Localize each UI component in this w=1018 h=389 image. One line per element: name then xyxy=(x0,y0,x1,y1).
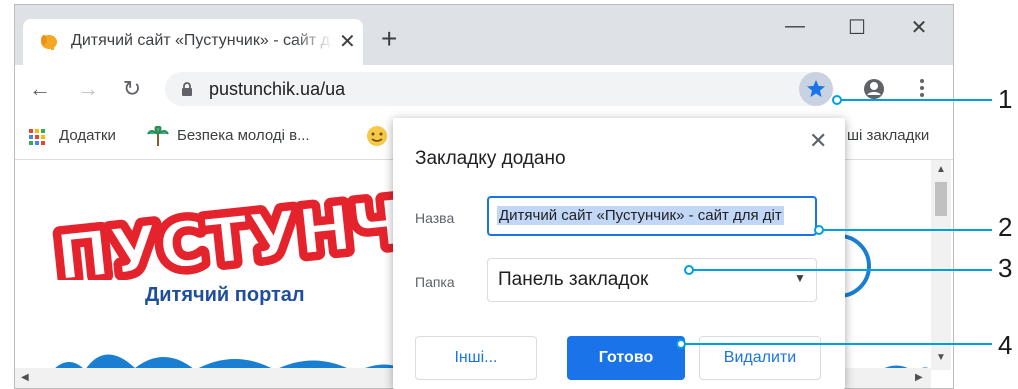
tab-title: Дитячий сайт «Пустунчик» - сайт для діте… xyxy=(71,32,331,49)
bookmark-added-dialog: Закладку додано ✕ Назва Дитячий сайт «Пу… xyxy=(393,118,845,389)
other-bookmarks[interactable]: ші закладки xyxy=(847,127,929,144)
scroll-left-icon[interactable]: ◀ xyxy=(21,372,29,383)
apps-grid-icon xyxy=(29,129,45,145)
tab-title-fade xyxy=(293,27,333,55)
address-bar[interactable]: pustunchik.ua/ua xyxy=(165,72,829,106)
lock-icon xyxy=(182,82,192,96)
url-text: pustunchik.ua/ua xyxy=(209,79,346,99)
scrollbar-thumb[interactable] xyxy=(935,182,947,216)
bookmark-youth-safety[interactable]: Безпека молоді в... xyxy=(177,127,310,144)
done-button[interactable]: Готово xyxy=(567,336,685,380)
callout-line-4 xyxy=(680,343,978,345)
pustunchik-logo: ПУСТУНЧИ ПУСТУНЧИ xyxy=(51,190,411,280)
tab-strip: Дитячий сайт «Пустунчик» - сайт для діте… xyxy=(15,5,953,65)
callout-line-1 xyxy=(836,99,978,101)
star-icon xyxy=(807,80,825,97)
callout-number-2: 2 xyxy=(998,212,1013,242)
close-window-button[interactable]: ✕ xyxy=(899,15,939,43)
scroll-up-icon[interactable]: ▲ xyxy=(936,164,946,175)
callout-dot-4 xyxy=(676,339,686,349)
callout-tick-3 xyxy=(978,269,992,271)
callout-number-4: 4 xyxy=(998,330,1013,360)
callout-line-2 xyxy=(819,229,978,231)
chevron-down-icon: ▼ xyxy=(794,271,806,285)
bookmark-apps[interactable]: Додатки xyxy=(59,127,116,144)
bookmark-name-value: Дитячий сайт «Пустунчик» - сайт для діт xyxy=(497,206,784,225)
callout-number-3: 3 xyxy=(998,253,1013,283)
callout-tick-4 xyxy=(978,343,992,345)
callout-dot-1 xyxy=(832,95,842,105)
logo-text: ПУСТУНЧИ xyxy=(53,190,411,280)
dialog-close-icon[interactable]: ✕ xyxy=(809,128,827,154)
callout-line-3 xyxy=(688,269,978,271)
menu-icon[interactable] xyxy=(919,77,925,99)
bookmark-star-button[interactable] xyxy=(799,72,833,106)
palm-tree-icon xyxy=(147,126,169,146)
callout-number-1: 1 xyxy=(998,84,1013,114)
vertical-scrollbar[interactable]: ▲ ▼ xyxy=(931,160,951,370)
minimize-button[interactable]: — xyxy=(775,15,815,43)
scroll-right-icon[interactable]: ▶ xyxy=(915,372,923,383)
callout-tick-2 xyxy=(978,229,992,231)
callout-dot-3 xyxy=(684,265,694,275)
bookmark-name-field[interactable]: Дитячий сайт «Пустунчик» - сайт для діт xyxy=(487,196,817,236)
profile-icon[interactable] xyxy=(863,78,885,100)
callout-dot-2 xyxy=(814,225,824,235)
new-tab-button[interactable]: + xyxy=(381,25,397,53)
folder-dropdown[interactable]: Панель закладок ▼ xyxy=(487,258,817,302)
dialog-title: Закладку додано xyxy=(415,148,566,169)
reload-button[interactable]: ↻ xyxy=(119,76,145,102)
tab-active[interactable]: Дитячий сайт «Пустунчик» - сайт для діте… xyxy=(23,19,363,65)
site-subtitle: Дитячий портал xyxy=(145,284,305,306)
back-button[interactable]: ← xyxy=(27,76,53,102)
name-label: Назва xyxy=(415,210,455,226)
maximize-button[interactable]: ☐ xyxy=(837,15,877,43)
scroll-down-icon[interactable]: ▼ xyxy=(936,352,946,363)
sun-face-icon xyxy=(367,126,387,146)
forward-button[interactable]: → xyxy=(75,76,101,102)
tab-close-icon[interactable]: ✕ xyxy=(339,29,356,54)
elephant-icon xyxy=(41,35,57,50)
folder-label: Папка xyxy=(415,274,455,290)
callout-tick-1 xyxy=(978,99,992,101)
folder-value: Панель закладок xyxy=(498,269,649,290)
toolbar: ← → ↻ pustunchik.ua/ua xyxy=(15,65,953,113)
more-button[interactable]: Інші... xyxy=(415,336,537,380)
